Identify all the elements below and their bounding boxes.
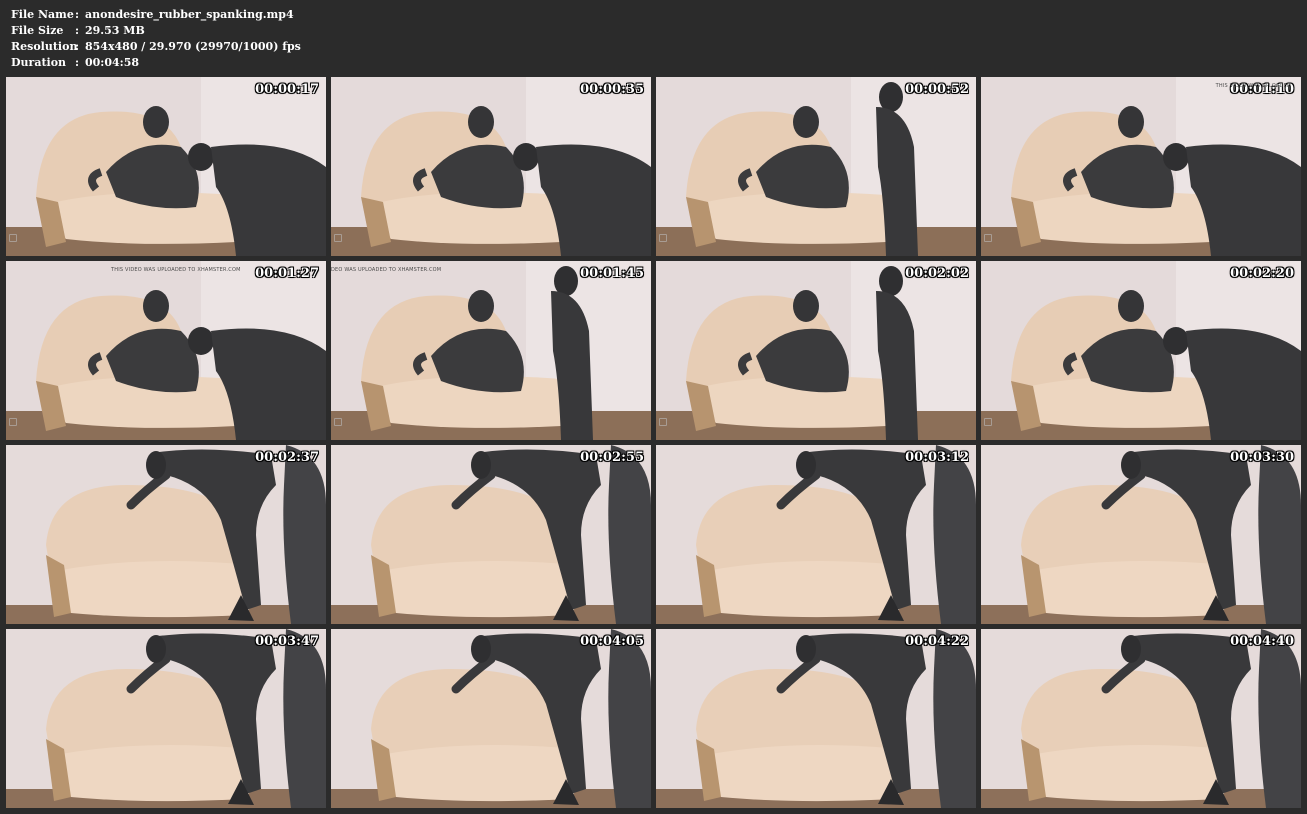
info-separator: : — [75, 24, 80, 37]
corner-square-icon — [984, 418, 992, 426]
thumbnail-frame — [981, 261, 1301, 440]
timestamp: 00:04:05 — [580, 634, 644, 649]
timestamp: 00:03:12 — [905, 450, 969, 465]
info-row: Resolution:854x480 / 29.970 (29970/1000)… — [11, 39, 301, 55]
video-thumbnail[interactable]: 00:03:47 — [6, 629, 326, 808]
thumbnail-frame — [656, 261, 976, 440]
info-value: anondesire_rubber_spanking.mp4 — [85, 8, 294, 21]
info-separator: : — [75, 56, 80, 69]
info-row: File Size:29.53 MB — [11, 23, 301, 39]
timestamp: 00:02:02 — [905, 266, 969, 281]
video-thumbnail[interactable]: 00:04:40 — [981, 629, 1301, 808]
info-value: 00:04:58 — [85, 56, 140, 69]
timestamp: 00:02:55 — [580, 450, 644, 465]
thumbnail-grid: 00:00:17 00:00:35 00:00:52 00:01:10 THIS VID… — [6, 77, 1301, 808]
video-thumbnail[interactable]: 00:04:05 — [331, 629, 651, 808]
corner-square-icon — [9, 418, 17, 426]
thumbnail-frame — [331, 261, 651, 440]
timestamp: 00:02:20 — [1230, 266, 1294, 281]
timestamp: 00:02:37 — [255, 450, 319, 465]
thumbnail-frame — [6, 629, 326, 808]
corner-square-icon — [984, 234, 992, 242]
timestamp: 00:04:40 — [1230, 634, 1294, 649]
thumbnail-frame — [656, 445, 976, 624]
timestamp: 00:01:45 — [580, 266, 644, 281]
timestamp: 00:00:17 — [255, 82, 319, 97]
thumbnail-frame — [981, 77, 1301, 256]
info-row: File Name: anondesire_rubber_spanking.mp4 — [11, 7, 301, 23]
thumbnail-frame — [331, 629, 651, 808]
thumbnail-frame — [656, 77, 976, 256]
thumbnail-frame — [331, 445, 651, 624]
thumbnail-frame — [6, 445, 326, 624]
video-thumbnail[interactable]: 00:04:22 — [656, 629, 976, 808]
timestamp: 00:03:30 — [1230, 450, 1294, 465]
corner-square-icon — [334, 418, 342, 426]
timestamp: 00:00:52 — [905, 82, 969, 97]
corner-square-icon — [9, 234, 17, 242]
info-label: File Name — [11, 8, 74, 21]
video-thumbnail[interactable]: 00:00:35 — [331, 77, 651, 256]
corner-square-icon — [334, 234, 342, 242]
info-label: Resolution — [11, 40, 78, 53]
watermark-text: THIS VIDEO WAS UPLOADED TO XHAMSTER.COM — [111, 267, 241, 273]
timestamp: 00:01:27 — [255, 266, 319, 281]
video-thumbnail[interactable]: 00:01:45 DEO WAS UPLOADED TO XHAMSTER.COM — [331, 261, 651, 440]
watermark-text: DEO WAS UPLOADED TO XHAMSTER.COM — [331, 267, 442, 273]
video-thumbnail[interactable]: 00:00:52 — [656, 77, 976, 256]
video-thumbnail[interactable]: 00:01:27 THIS VIDEO WAS UPLOADED TO XHAMS… — [6, 261, 326, 440]
thumbnail-frame — [981, 629, 1301, 808]
video-thumbnail[interactable]: 00:02:20 — [981, 261, 1301, 440]
timestamp: 00:03:47 — [255, 634, 319, 649]
info-row: Duration:00:04:58 — [11, 55, 301, 71]
thumbnail-frame — [6, 261, 326, 440]
video-thumbnail[interactable]: 00:02:37 — [6, 445, 326, 624]
thumbnail-frame — [331, 77, 651, 256]
video-thumbnail[interactable]: 00:03:30 — [981, 445, 1301, 624]
video-thumbnail[interactable]: 00:00:17 — [6, 77, 326, 256]
timestamp: 00:00:35 — [580, 82, 644, 97]
contact-sheet: File Name: anondesire_rubber_spanking.mp4… — [0, 0, 1307, 814]
timestamp: 00:04:22 — [905, 634, 969, 649]
thumbnail-frame — [981, 445, 1301, 624]
info-label: Duration — [11, 56, 67, 69]
video-thumbnail[interactable]: 00:01:10 THIS VIDEO WAS UPLOADED — [981, 77, 1301, 256]
video-thumbnail[interactable]: 00:02:02 — [656, 261, 976, 440]
info-value: 29.53 MB — [85, 24, 145, 37]
corner-square-icon — [659, 418, 667, 426]
video-thumbnail[interactable]: 00:03:12 — [656, 445, 976, 624]
info-separator: : — [75, 40, 80, 53]
thumbnail-frame — [6, 77, 326, 256]
info-separator: : — [75, 8, 80, 21]
info-label: File Size — [11, 24, 64, 37]
corner-square-icon — [659, 234, 667, 242]
info-value: 854x480 / 29.970 (29970/1000) fps — [85, 40, 301, 53]
thumbnail-frame — [656, 629, 976, 808]
watermark-text: THIS VIDEO WAS UPLOADED — [1215, 83, 1291, 89]
file-info: File Name: anondesire_rubber_spanking.mp4… — [11, 7, 301, 71]
video-thumbnail[interactable]: 00:02:55 — [331, 445, 651, 624]
